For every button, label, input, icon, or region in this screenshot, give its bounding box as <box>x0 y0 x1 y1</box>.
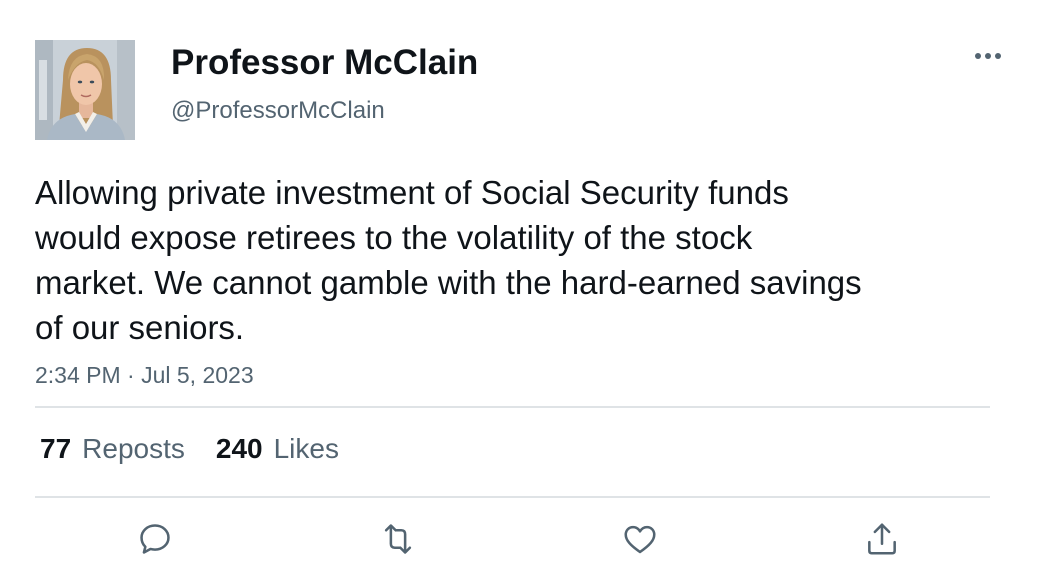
reposts-label: Reposts <box>82 433 185 464</box>
share-button[interactable] <box>860 517 904 561</box>
more-button[interactable] <box>968 42 1008 70</box>
tweet-timestamp[interactable]: 2:34 PM · Jul 5, 2023 <box>35 361 254 389</box>
profile-photo-icon <box>35 40 135 140</box>
engagement-stats: 77 Reposts 240 Likes <box>40 431 339 467</box>
like-button[interactable] <box>618 517 662 561</box>
repost-icon <box>384 524 412 554</box>
reply-icon <box>140 524 170 554</box>
likes-stat[interactable]: 240 Likes <box>216 431 339 467</box>
avatar[interactable] <box>35 40 135 140</box>
divider <box>35 496 990 498</box>
share-icon <box>868 523 896 555</box>
likes-count: 240 <box>215 433 263 464</box>
reply-button[interactable] <box>133 517 177 561</box>
author-handle[interactable]: @ProfessorMcClain <box>171 96 385 126</box>
reposts-stat[interactable]: 77 Reposts <box>40 431 185 467</box>
like-icon <box>624 525 656 554</box>
reposts-count: 77 <box>40 433 72 464</box>
author-display-name[interactable]: Professor McClain <box>171 43 478 83</box>
divider <box>35 406 990 408</box>
tweet-text: Allowing private investment of Social Se… <box>35 174 862 346</box>
more-icon <box>975 53 1001 59</box>
repost-button[interactable] <box>376 517 420 561</box>
likes-label: Likes <box>273 433 339 464</box>
